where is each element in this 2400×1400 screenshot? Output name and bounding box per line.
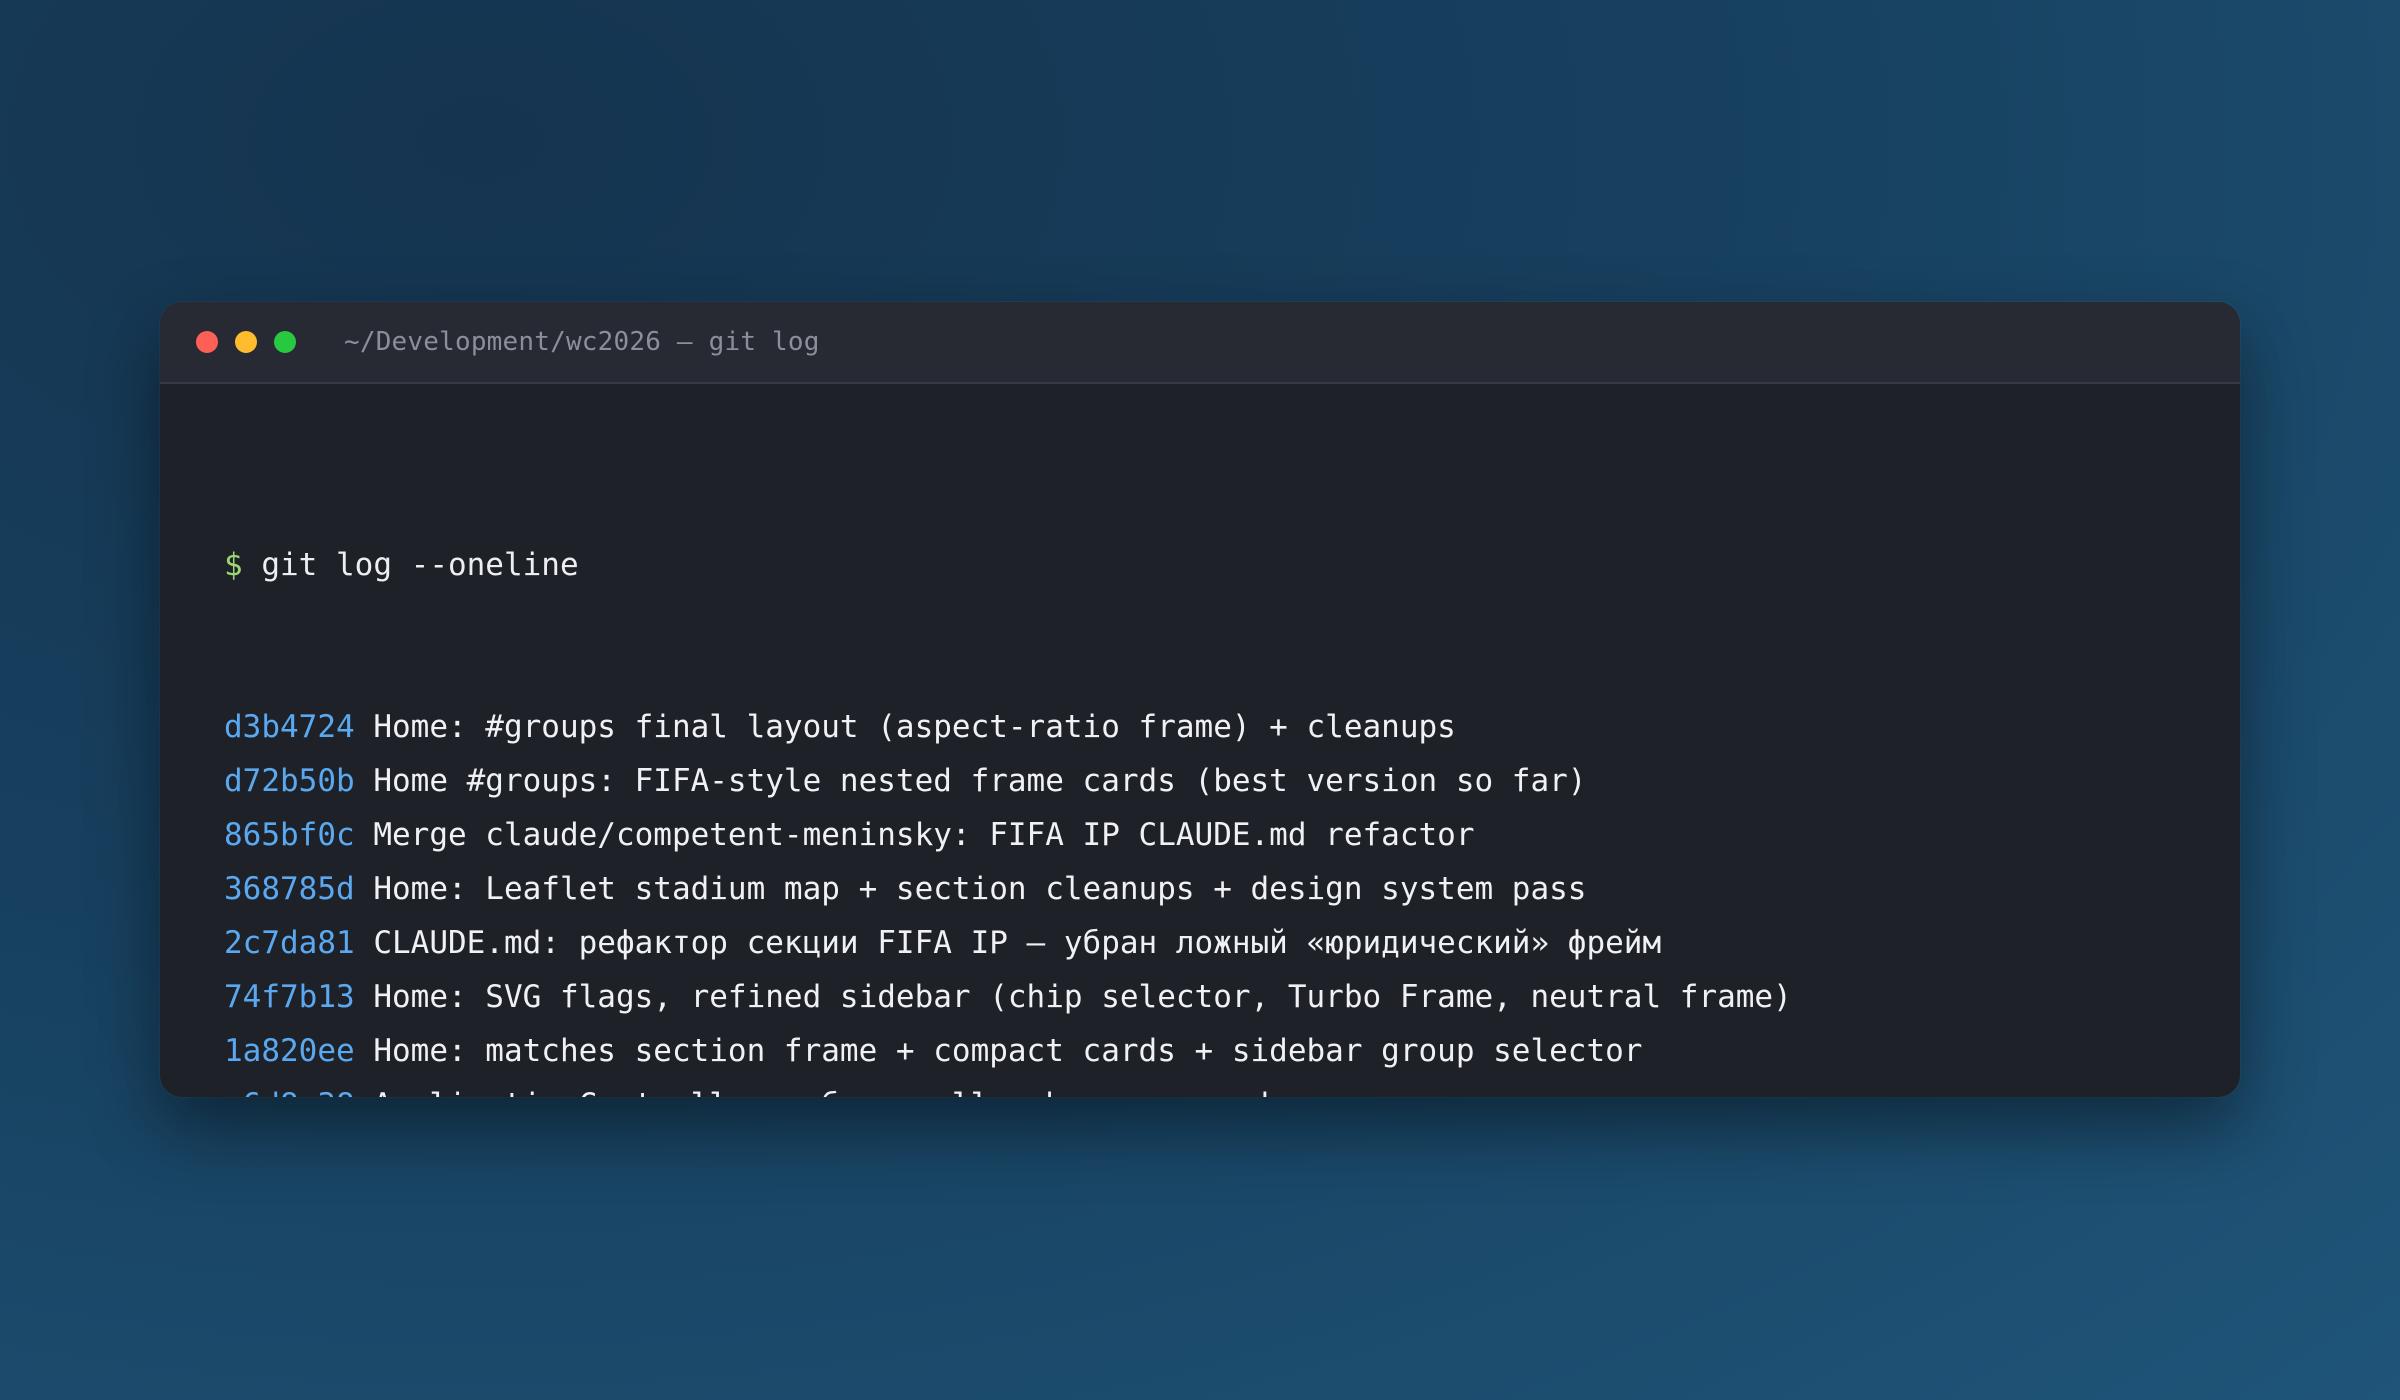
- command-line: $ git log --oneline: [224, 538, 2240, 592]
- maximize-button[interactable]: [274, 331, 296, 353]
- commit-hash[interactable]: 865bf0c: [224, 817, 355, 853]
- commit-line: 74f7b13 Home: SVG flags, refined sidebar…: [224, 970, 2240, 1024]
- commit-line: 2c7da81 CLAUDE.md: рефактор секции FIFA …: [224, 916, 2240, 970]
- commit-message: CLAUDE.md: рефактор секции FIFA IP — убр…: [373, 925, 1662, 961]
- commit-message: Home: SVG flags, refined sidebar (chip s…: [373, 979, 1792, 1015]
- window-title: ~/Development/wc2026 — git log: [344, 327, 820, 357]
- commit-message: Home: #groups final layout (aspect-ratio…: [373, 709, 1456, 745]
- commit-hash[interactable]: d72b50b: [224, 763, 355, 799]
- commit-message: Merge claude/competent-meninsky: FIFA IP…: [373, 817, 1475, 853]
- commit-hash[interactable]: 1a820ee: [224, 1033, 355, 1069]
- commit-line: d72b50b Home #groups: FIFA-style nested …: [224, 754, 2240, 808]
- commit-hash[interactable]: 74f7b13: [224, 979, 355, 1015]
- commit-message: Home: matches section frame + compact ca…: [373, 1033, 1643, 1069]
- commit-hash[interactable]: a6d8a38: [224, 1087, 355, 1097]
- commit-message: Home: Leaflet stadium map + section clea…: [373, 871, 1587, 907]
- commit-message: Home #groups: FIFA-style nested frame ca…: [373, 763, 1587, 799]
- commit-line: a6d8a38 ApplicationController: убрать al…: [224, 1078, 2240, 1097]
- terminal-output[interactable]: $ git log --oneline d3b4724 Home: #group…: [160, 384, 2240, 1097]
- minimize-button[interactable]: [235, 331, 257, 353]
- commit-hash[interactable]: 2c7da81: [224, 925, 355, 961]
- title-bar: ~/Development/wc2026 — git log: [160, 302, 2240, 384]
- commit-line: 1a820ee Home: matches section frame + co…: [224, 1024, 2240, 1078]
- commit-line: 368785d Home: Leaflet stadium map + sect…: [224, 862, 2240, 916]
- commit-line: 865bf0c Merge claude/competent-meninsky:…: [224, 808, 2240, 862]
- commit-line: d3b4724 Home: #groups final layout (aspe…: [224, 700, 2240, 754]
- commit-hash[interactable]: 368785d: [224, 871, 355, 907]
- commit-hash[interactable]: d3b4724: [224, 709, 355, 745]
- terminal-window: ~/Development/wc2026 — git log $ git log…: [160, 302, 2240, 1097]
- commit-list: d3b4724 Home: #groups final layout (aspe…: [224, 700, 2240, 1097]
- close-button[interactable]: [196, 331, 218, 353]
- command-text: git log --oneline: [261, 547, 579, 583]
- commit-message: ApplicationController: убрать allow_brow…: [373, 1087, 1325, 1097]
- prompt-symbol: $: [224, 547, 243, 583]
